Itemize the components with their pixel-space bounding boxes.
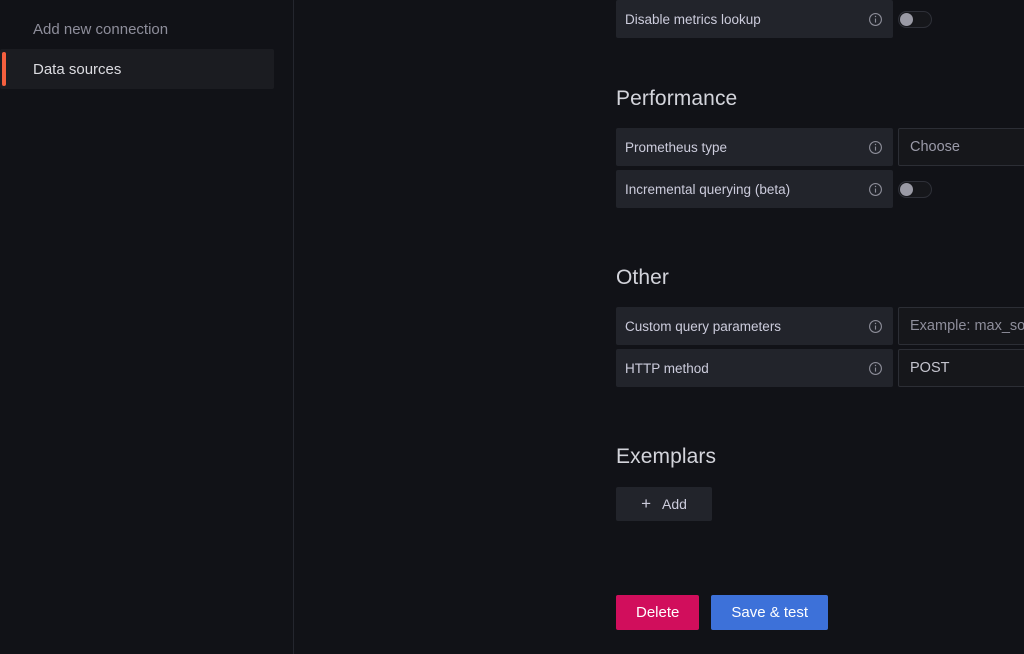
select-http-method[interactable]: POST [898,349,1024,387]
add-exemplar-label: Add [662,496,687,512]
field-row-incremental-querying: Incremental querying (beta) [616,170,1024,208]
field-control-http-method: POST [898,349,1024,387]
section-title-exemplars: Exemplars [616,445,717,468]
section-fields-performance: Prometheus type Choose Incremental query… [616,128,1024,212]
info-circle-icon[interactable] [868,12,883,27]
select-prometheus-type[interactable]: Choose [898,128,1024,166]
footer-actions: Delete Save & test [616,595,829,630]
field-row-prometheus-type: Prometheus type Choose [616,128,1024,166]
field-row-disable-metrics-lookup: Disable metrics lookup [616,0,932,42]
info-circle-icon[interactable] [868,319,883,334]
field-label-text: Incremental querying (beta) [625,181,791,197]
select-value: Choose [910,139,960,155]
field-label-text: Disable metrics lookup [625,11,761,27]
toggle-disable-metrics-lookup[interactable] [898,10,932,28]
field-control-custom-query-parameters [898,307,1024,345]
settings-content: Disable metrics lookup Performance Prome… [294,0,1024,654]
sidebar-item-label: Add new connection [33,20,169,38]
field-control-incremental-querying [898,170,932,208]
field-row-custom-query-parameters: Custom query parameters [616,307,1024,345]
sidebar-nav: Add new connection Data sources [0,0,294,654]
section-title-performance: Performance [616,87,738,110]
info-circle-icon[interactable] [868,140,883,155]
field-control-disable-metrics-lookup [898,0,932,38]
save-and-test-button[interactable]: Save & test [711,595,829,630]
info-circle-icon[interactable] [868,361,883,376]
field-label-text: Prometheus type [625,139,728,155]
toggle-incremental-querying[interactable] [898,180,932,198]
field-label-text: HTTP method [625,360,709,376]
sidebar-item-add-new-connection[interactable]: Add new connection [0,9,274,49]
add-exemplar-button[interactable]: + Add [616,487,712,521]
datasource-settings-page: Add new connection Data sources Disable … [0,0,1024,654]
input-custom-query-parameters[interactable] [898,307,1024,345]
plus-icon: + [641,493,651,513]
sidebar-item-data-sources[interactable]: Data sources [0,49,274,89]
section-title-other: Other [616,266,670,289]
section-fields-other: Custom query parameters HTTP method [616,307,1024,391]
field-label-http-method: HTTP method [616,349,893,387]
exemplars-actions: + Add [616,487,712,521]
field-row-http-method: HTTP method POST [616,349,1024,387]
field-label-text: Custom query parameters [625,318,782,334]
toggle-knob [900,12,913,26]
delete-button[interactable]: Delete [616,595,700,630]
toggle-knob [900,182,913,196]
field-label-incremental-querying: Incremental querying (beta) [616,170,893,208]
select-value: POST [910,360,950,376]
field-control-prometheus-type: Choose [898,128,1024,166]
info-circle-icon[interactable] [868,182,883,197]
field-label-disable-metrics-lookup: Disable metrics lookup [616,0,893,38]
sidebar-item-label: Data sources [33,60,122,78]
field-label-custom-query-parameters: Custom query parameters [616,307,893,345]
field-label-prometheus-type: Prometheus type [616,128,893,166]
active-indicator-bar [2,52,6,86]
